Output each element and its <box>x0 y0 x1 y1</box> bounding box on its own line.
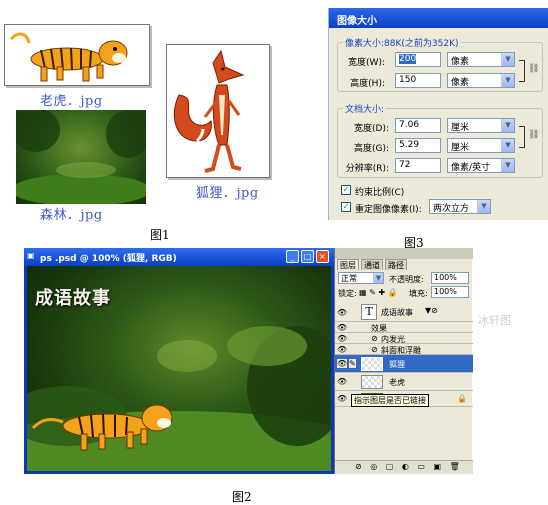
fill-input[interactable]: 100% <box>431 286 469 298</box>
layer-effects-header[interactable]: 👁 效果 <box>335 322 473 333</box>
pixel-width-input[interactable]: 200 <box>395 52 441 67</box>
ps-document-icon: ▣ <box>27 251 35 260</box>
chevron-down-icon: ▼ <box>501 119 514 132</box>
layer-name: 老虎 <box>389 378 405 387</box>
document-size-legend: 文档大小: <box>343 102 387 115</box>
pixel-height-unit-select[interactable]: 像素 ▼ <box>447 73 515 88</box>
layer-name: 成语故事 <box>381 308 413 317</box>
tiger-caption: 老虎．jpg <box>40 94 103 109</box>
doc-height-input[interactable]: 5.29 <box>395 138 441 153</box>
layer-row-fox[interactable]: 👁 ✎ 狐狸 <box>335 355 473 373</box>
pixel-width-unit-select[interactable]: 像素 ▼ <box>447 52 515 67</box>
doc-width-unit-select[interactable]: 厘米 ▼ <box>447 118 515 133</box>
eye-icon[interactable]: 👁 <box>337 394 347 403</box>
watermark-text: 冰轩图 <box>478 314 511 327</box>
chevron-down-icon: ▼ <box>501 53 514 66</box>
opacity-label: 不透明度: <box>389 275 424 284</box>
fox-caption: 狐狸．jpg <box>196 186 259 201</box>
eye-icon[interactable]: 👁 <box>337 345 347 354</box>
forest-thumbnail <box>11 108 151 206</box>
resolution-unit-select[interactable]: 像素/英寸 ▼ <box>447 158 515 173</box>
lock-label: 锁定: <box>338 289 357 298</box>
blend-mode-select[interactable]: 正常 ▼ <box>338 272 384 284</box>
doc-height-label: 高度(G): <box>353 144 389 154</box>
close-button[interactable]: × <box>316 250 329 263</box>
chevron-down-icon: ▼ <box>373 273 383 283</box>
dialog-title: 图像大小 <box>329 8 548 28</box>
doc-height-unit-select[interactable]: 厘米 ▼ <box>447 138 515 153</box>
fill-label: 填充: <box>409 289 428 298</box>
forest-caption: 森林．jpg <box>40 208 103 223</box>
panel-footer-icons[interactable]: ⊘ ◎ ▢ ◐ ▭ ▣ 🗑 <box>355 462 463 471</box>
document-title: ps .psd @ 100% (狐狸, RGB) <box>40 254 177 264</box>
chevron-down-icon: ▼ <box>501 139 514 152</box>
forest-image <box>11 108 151 206</box>
resample-checkbox[interactable]: ✓ <box>341 202 351 212</box>
fox-image <box>173 49 245 173</box>
resample-label: 重定图像像素(I): <box>355 205 422 215</box>
doc-width-label: 宽度(D): <box>354 124 389 134</box>
tiger-image <box>9 32 128 82</box>
chain-link-icon: ⛓ <box>528 64 540 74</box>
tab-paths[interactable]: 路径 <box>385 259 407 270</box>
tiger-layer-thumbnail <box>361 375 383 389</box>
resolution-input[interactable]: 72 <box>395 158 441 173</box>
layers-panel: 图层 通道 路径 正常 ▼ 不透明度: 100% 锁定: ▦ ✎ ✚ 🔒 填充: … <box>334 248 473 474</box>
doc-link-bracket <box>519 126 525 148</box>
layer-name: 狐狸 <box>389 360 405 369</box>
doc-width-input[interactable]: 7.06 <box>395 118 441 133</box>
eye-icon[interactable]: 👁 <box>337 377 347 386</box>
opacity-input[interactable]: 100% <box>431 272 469 284</box>
fox-layer-thumbnail <box>361 357 383 371</box>
eye-icon[interactable]: 👁 <box>337 323 347 332</box>
tiger-thumbnail <box>4 24 150 86</box>
figure2-label: 图2 <box>232 490 252 504</box>
pixel-height-label: 高度(H): <box>350 79 385 89</box>
figure1-label: 图1 <box>150 228 170 242</box>
effect-bevel-emboss[interactable]: 👁 ⊘ 斜面和浮雕 <box>335 344 473 355</box>
brush-icon: ✎ <box>349 359 356 368</box>
document-canvas[interactable]: 成语故事 <box>27 266 331 471</box>
minimize-button[interactable]: _ <box>286 250 299 263</box>
pixel-link-bracket <box>519 60 525 82</box>
chevron-down-icon: ▼ <box>477 200 490 213</box>
image-size-dialog: 图像大小 像素大小:88K(之前为352K) 宽度(W): 200 像素 ▼ 高度… <box>328 8 548 220</box>
constrain-proportions-label: 约束比例(C) <box>355 188 405 198</box>
maximize-button[interactable]: □ <box>301 250 314 263</box>
eye-icon[interactable]: 👁 <box>337 359 347 368</box>
resample-method-select[interactable]: 两次立方 ▼ <box>429 199 491 214</box>
pixel-height-input[interactable]: 150 <box>395 73 441 88</box>
text-layer-icon: T <box>361 304 377 320</box>
eye-icon[interactable]: 👁 <box>337 334 347 343</box>
panel-header <box>335 248 473 259</box>
photoshop-window: ▣ ps .psd @ 100% (狐狸, RGB) _ □ × 成语故事 图层… <box>24 248 473 474</box>
eye-icon[interactable]: 👁 <box>337 308 347 317</box>
chain-link-icon: ⛓ <box>528 130 540 140</box>
lock-icon: 🔒 <box>457 394 467 403</box>
lock-icons[interactable]: ▦ ✎ ✚ 🔒 <box>359 288 398 297</box>
layer-row-tiger[interactable]: 👁 老虎 <box>335 373 473 391</box>
layer-row-text[interactable]: 👁 T 成语故事 ▼⊘ <box>335 302 473 322</box>
tab-layers[interactable]: 图层 <box>337 259 359 270</box>
chevron-down-icon: ▼ <box>501 74 514 87</box>
pixel-width-label: 宽度(W): <box>348 58 385 68</box>
pixel-dimensions-legend: 像素大小:88K(之前为352K) <box>343 36 461 49</box>
fx-icon: ⊘ <box>371 334 378 343</box>
fox-thumbnail <box>166 44 270 178</box>
canvas-title-text: 成语故事 <box>35 288 111 309</box>
effects-toggle-icon[interactable]: ▼⊘ <box>425 306 438 315</box>
effect-inner-glow[interactable]: 👁 ⊘ 内发光 <box>335 333 473 344</box>
fx-icon: ⊘ <box>371 345 378 354</box>
link-tooltip: 指示图层是否已链接 <box>351 394 429 407</box>
chevron-down-icon: ▼ <box>501 159 514 172</box>
resolution-label: 分辨率(R): <box>345 164 389 174</box>
tab-channels[interactable]: 通道 <box>361 259 383 270</box>
constrain-proportions-checkbox[interactable]: ✓ <box>341 185 351 195</box>
